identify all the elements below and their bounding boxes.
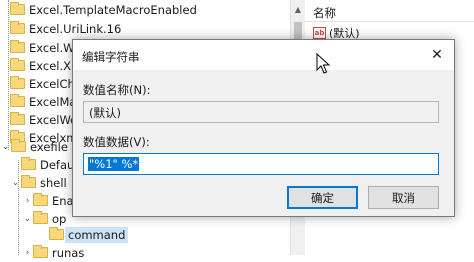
value-data-input[interactable]: "%1" %* [83, 153, 439, 175]
folder-icon [10, 94, 25, 107]
chevron-down-icon[interactable]: ⌄ [22, 209, 33, 228]
dialog-title: 编辑字符串 [82, 50, 140, 64]
close-icon[interactable]: ✕ [420, 40, 454, 70]
chevron-right-icon[interactable]: › [22, 191, 33, 210]
folder-icon [33, 245, 48, 258]
tree-item[interactable]: ExcelWo [10, 110, 77, 129]
tree-item[interactable]: › runas [22, 243, 84, 262]
folder-icon [10, 40, 25, 53]
string-value-icon: ab [313, 26, 326, 39]
tree-item[interactable]: › Ena [22, 191, 74, 210]
folder-icon [33, 193, 48, 206]
cancel-button[interactable]: 取消 [368, 186, 439, 209]
folder-icon [10, 2, 25, 15]
chevron-down-icon[interactable]: ⌄ [0, 137, 11, 156]
folder-icon [21, 157, 36, 170]
mouse-cursor-icon [316, 53, 330, 74]
folder-icon [21, 175, 36, 188]
chevron-right-icon[interactable]: › [22, 243, 33, 262]
edit-string-dialog: 编辑字符串 ✕ 数值名称(N): (默认) 数值数据(V): "%1" %* 确… [72, 39, 455, 217]
folder-icon [10, 58, 25, 71]
value-name-field: (默认) [83, 101, 439, 123]
ok-button[interactable]: 确定 [287, 186, 358, 209]
tree-item[interactable]: Excel.TemplateMacroEnabled [10, 0, 197, 19]
folder-icon [49, 227, 64, 240]
tree-item[interactable]: Excel.UriLink.16 [10, 19, 121, 38]
tree-guide-line [8, 0, 9, 150]
folder-icon [10, 21, 25, 34]
tree-item[interactable]: ExcelMa [10, 92, 76, 111]
dialog-titlebar[interactable]: 编辑字符串 ✕ [73, 40, 454, 70]
tree-item-command[interactable]: command [49, 225, 129, 244]
value-data-text: "%1" %* [88, 157, 140, 171]
tree-item[interactable]: Excel.Wo [10, 38, 81, 57]
column-header-name[interactable]: 名称 [305, 0, 474, 22]
folder-icon [11, 139, 26, 152]
scroll-up-icon[interactable]: ▲ [291, 2, 305, 16]
folder-icon [33, 211, 48, 224]
tree-item[interactable]: Defau [21, 155, 74, 174]
value-name-label: 数值名称(N): [83, 83, 151, 97]
chevron-down-icon[interactable]: ⌄ [10, 173, 21, 192]
folder-icon [10, 112, 25, 125]
value-data-label: 数值数据(V): [83, 135, 150, 149]
tree-item-shell[interactable]: ⌄ shell [10, 173, 67, 192]
folder-icon [10, 76, 25, 89]
tree-item-exefile[interactable]: ⌄ exefile [0, 137, 68, 156]
